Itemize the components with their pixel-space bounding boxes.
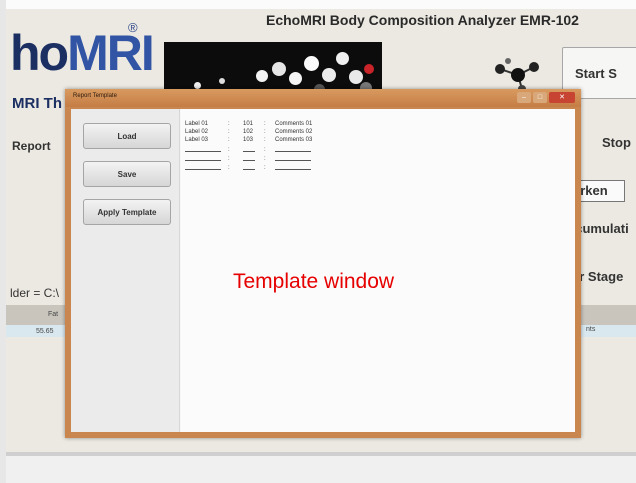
dialog-title: Report Template <box>73 93 117 99</box>
table-col-right: nts <box>586 326 596 333</box>
load-button[interactable]: Load <box>83 123 171 149</box>
minimize-button[interactable]: – <box>517 92 531 103</box>
row-comment: Comments 03 <box>275 137 313 143</box>
row-separator: : <box>264 137 266 143</box>
report-label: Report <box>12 139 51 153</box>
row-comment: Comments 01 <box>275 121 313 127</box>
atom <box>349 70 363 84</box>
row-separator: : <box>264 147 266 153</box>
placeholder-line <box>243 151 255 152</box>
placeholder-line <box>185 151 221 152</box>
row-label: Label 02 <box>185 129 209 135</box>
stop-button[interactable]: Stop <box>590 122 636 162</box>
row-separator: : <box>228 156 230 162</box>
placeholder-line <box>185 160 221 161</box>
apply-template-button[interactable]: Apply Template <box>83 199 171 225</box>
logo-registered-mark: ® <box>128 20 138 35</box>
monitor-frame-left <box>0 0 6 483</box>
placeholder-line <box>275 160 311 161</box>
monitor-frame-bottom <box>0 456 636 483</box>
placeholder-line <box>243 169 255 170</box>
row-separator: : <box>228 137 230 143</box>
placeholder-line <box>275 169 311 170</box>
echomri-logo: hoMRI <box>10 25 155 81</box>
window-controls: – □ ✕ <box>517 92 575 103</box>
close-button[interactable]: ✕ <box>549 92 575 103</box>
atom <box>322 68 336 82</box>
row-separator: : <box>228 165 230 171</box>
folder-path-label: lder = C:\ <box>10 286 60 300</box>
row-separator: : <box>264 121 266 127</box>
atom <box>289 72 302 85</box>
row-value: 103 <box>243 137 254 143</box>
row-label: Label 03 <box>185 137 209 143</box>
atom <box>336 52 349 65</box>
logo-part1: ho <box>10 25 69 81</box>
row-separator: : <box>228 129 230 135</box>
placeholder-line <box>185 169 221 170</box>
logo-tagline: MRI Th <box>12 95 62 112</box>
empty-template-row[interactable]: : : <box>185 165 345 173</box>
app-title: EchoMRI Body Composition Analyzer EMR-10… <box>266 12 579 28</box>
save-button[interactable]: Save <box>83 161 171 187</box>
atom <box>364 64 374 74</box>
atom <box>272 62 286 76</box>
row-separator: : <box>228 147 230 153</box>
atom <box>194 82 201 89</box>
placeholder-line <box>275 151 311 152</box>
placeholder-line <box>243 160 255 161</box>
row-separator: : <box>264 156 266 162</box>
dialog-titlebar[interactable]: Report Template – □ ✕ <box>65 89 581 107</box>
row-label: Label 01 <box>185 121 209 127</box>
row-separator: : <box>228 121 230 127</box>
table-col-fat: Fat <box>48 311 59 318</box>
maximize-button[interactable]: □ <box>533 92 547 103</box>
empty-template-row[interactable]: : : <box>185 147 345 155</box>
row-value: 102 <box>243 129 254 135</box>
table-cell-value: 55.65 <box>36 328 54 335</box>
atom <box>256 70 268 82</box>
empty-template-row[interactable]: : : <box>185 156 345 164</box>
row-separator: : <box>264 165 266 171</box>
atom <box>219 78 225 84</box>
logo-part2: MRI <box>67 25 155 81</box>
monitor-frame-top <box>0 0 636 9</box>
row-value: 101 <box>243 121 254 127</box>
row-comment: Comments 02 <box>275 129 313 135</box>
row-separator: : <box>264 129 266 135</box>
button-panel: Load Save Apply Template <box>71 109 180 432</box>
template-window-annotation: Template window <box>233 270 395 293</box>
atom <box>304 56 319 71</box>
template-dialog: Report Template – □ ✕ Load Save Apply Te… <box>65 89 581 438</box>
